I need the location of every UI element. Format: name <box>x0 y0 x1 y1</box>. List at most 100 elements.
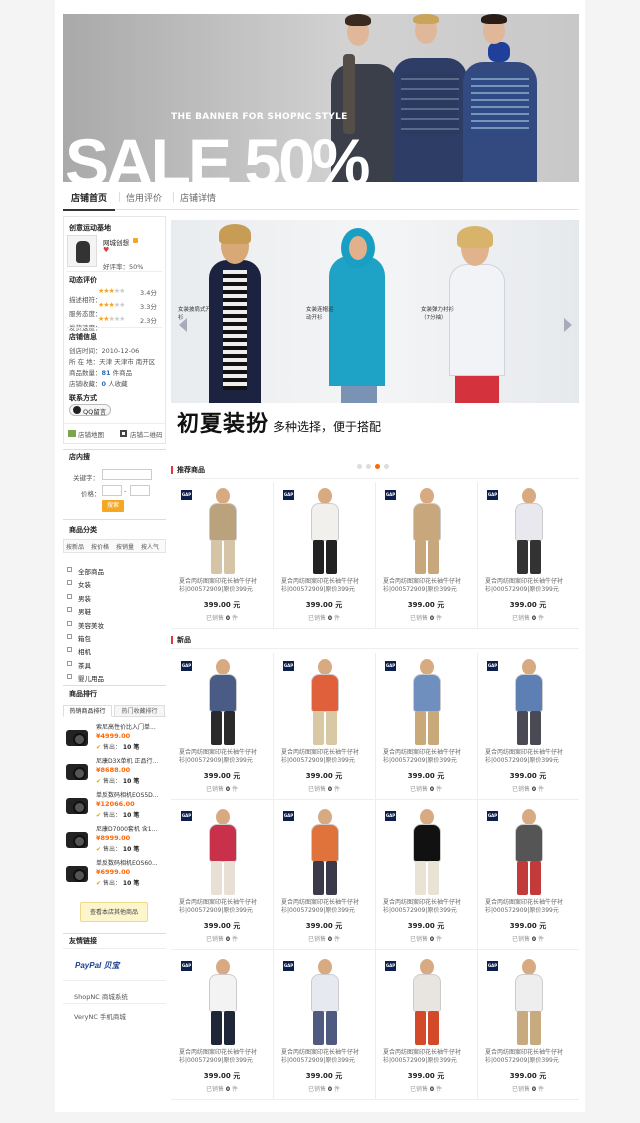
ranking-item[interactable]: 单反数码相机EOS5D... ¥12066.00 ✔ 售出： 10 笔 <box>63 790 166 822</box>
product-name[interactable]: 夏合丙纺图案印花长袖牛仔衬衫|000572909|原价399元 <box>485 749 573 765</box>
tab-store-details[interactable]: 店铺详情 <box>180 191 216 204</box>
product-name[interactable]: 夏合丙纺图案印花长袖牛仔衬衫|000572909|原价399元 <box>179 578 267 594</box>
camera-thumbnail[interactable] <box>66 866 88 882</box>
product-card[interactable]: GAP 夏合丙纺图案印花长袖牛仔衬衫|000572909|原价399元 399.00… <box>273 803 375 951</box>
product-card[interactable]: GAP 夏合丙纺图案印花长袖牛仔衬衫|000572909|原价399元 399.00… <box>375 653 477 801</box>
sort-by-price[interactable]: 按价格 <box>91 542 109 551</box>
sort-by-sales[interactable]: 按销量 <box>116 542 134 551</box>
qq-message-button[interactable]: QQ留言 <box>69 404 111 416</box>
checkbox-icon[interactable] <box>67 660 72 666</box>
product-card[interactable]: GAP 夏合丙纺图案印花长袖牛仔衬衫|000572909|原价399元 399.00… <box>477 953 579 1101</box>
chevron-left-icon[interactable] <box>179 318 187 332</box>
product-name[interactable]: 夏合丙纺图案印花长袖牛仔衬衫|000572909|原价399元 <box>281 749 369 765</box>
tab-hot-sales[interactable]: 热销商品排行 <box>63 705 112 717</box>
checkbox-icon[interactable] <box>67 647 72 653</box>
product-image[interactable] <box>303 488 347 576</box>
product-name[interactable]: 夏合丙纺图案印花长袖牛仔衬衫|000572909|原价399元 <box>383 578 471 594</box>
tab-hot-favorites[interactable]: 热门收藏排行 <box>114 705 165 717</box>
product-image[interactable] <box>303 659 347 747</box>
checkbox-icon[interactable] <box>67 567 72 572</box>
product-card[interactable]: GAP 夏合丙纺图案印花长袖牛仔衬衫|000572909|原价399元 399.00… <box>171 803 273 951</box>
product-image[interactable] <box>405 659 449 747</box>
product-name[interactable]: 夏合丙纺图案印花长袖牛仔衬衫|000572909|原价399元 <box>485 899 573 915</box>
product-image[interactable] <box>405 959 449 1047</box>
product-card[interactable]: GAP 夏合丙纺图案印花长袖牛仔衬衫|000572909|原价399元 399.00… <box>273 653 375 801</box>
product-name[interactable]: 夏合丙纺图案印花长袖牛仔衬衫|000572909|原价399元 <box>281 578 369 594</box>
ranking-item[interactable]: 尼康D3X单机 正品行... ¥8688.00 ✔ 售出： 10 笔 <box>63 756 166 788</box>
product-image[interactable] <box>201 959 245 1047</box>
tab-store-home[interactable]: 店铺首页 <box>71 191 107 204</box>
checkbox-icon[interactable] <box>67 674 72 680</box>
product-card[interactable]: GAP 夏合丙纺图案印花长袖牛仔衬衫|000572909|原价399元 399.00… <box>171 953 273 1101</box>
product-card[interactable]: GAP 夏合丙纺图案印花长袖牛仔衬衫|000572909|原价399元 399.00… <box>171 653 273 801</box>
product-card[interactable]: GAP 夏合丙纺图案印花长袖牛仔衬衫|000572909|原价399元 399.00… <box>171 482 273 630</box>
friend-link[interactable]: VeryNC 手机商城 <box>74 1011 126 1021</box>
store-banner[interactable]: THE BANNER FOR SHOPNC STYLE SALE 50% <box>63 14 579 182</box>
ranking-item[interactable]: 索尼高性价比入门单... ¥4999.00 ✔ 售出： 10 笔 <box>63 722 166 754</box>
product-card[interactable]: GAP 夏合丙纺图案印花长袖牛仔衬衫|000572909|原价399元 399.00… <box>477 482 579 630</box>
hero-slider[interactable]: 女装披肩式开衫 女装连帽运动开衫 女装弹力衬衫（7分袖） <box>171 220 579 403</box>
product-image[interactable] <box>507 809 551 897</box>
ranking-item-name[interactable]: 单反数码相机EOS60... <box>96 858 166 867</box>
camera-thumbnail[interactable] <box>66 832 88 848</box>
checkbox-icon[interactable] <box>67 593 72 599</box>
product-name[interactable]: 夏合丙纺图案印花长袖牛仔衬衫|000572909|原价399元 <box>485 578 573 594</box>
ranking-item[interactable]: 尼康D7000套机 含1... ¥8999.00 ✔ 售出： 10 笔 <box>63 824 166 856</box>
ranking-item-name[interactable]: 尼康D3X单机 正品行... <box>96 756 166 765</box>
product-image[interactable] <box>405 809 449 897</box>
product-card[interactable]: GAP 夏合丙纺图案印花长袖牛仔衬衫|000572909|原价399元 399.00… <box>375 803 477 951</box>
product-image[interactable] <box>201 809 245 897</box>
product-image[interactable] <box>201 488 245 576</box>
paypal-logo[interactable]: PayPal 贝宝 <box>75 960 119 971</box>
product-card[interactable]: GAP 夏合丙纺图案印花长袖牛仔衬衫|000572909|原价399元 399.00… <box>273 482 375 630</box>
price-max-input[interactable] <box>130 485 150 496</box>
ranking-item-name[interactable]: 尼康D7000套机 含1... <box>96 824 166 833</box>
price-min-input[interactable] <box>102 485 122 496</box>
chevron-right-icon[interactable] <box>564 318 572 332</box>
price-label: 价格： <box>81 490 101 498</box>
product-sold: 已销售 0 件 <box>307 615 341 622</box>
more-products-button[interactable]: 查看本店其他商品 <box>80 902 148 922</box>
tab-credit-rating[interactable]: 信用评价 <box>126 191 162 204</box>
product-image[interactable] <box>507 488 551 576</box>
checkbox-icon[interactable] <box>67 620 72 626</box>
search-button[interactable]: 搜索 <box>102 500 124 512</box>
sort-by-new[interactable]: 按新品 <box>66 542 84 551</box>
product-name[interactable]: 夏合丙纺图案印花长袖牛仔衬衫|000572909|原价399元 <box>281 1049 369 1065</box>
camera-thumbnail[interactable] <box>66 798 88 814</box>
info-row: 商品数量：81 件商品 <box>69 369 133 377</box>
ranking-item-name[interactable]: 单反数码相机EOS5D... <box>96 790 166 799</box>
product-name[interactable]: 夏合丙纺图案印花长袖牛仔衬衫|000572909|原价399元 <box>179 899 267 915</box>
product-card[interactable]: GAP 夏合丙纺图案印花长袖牛仔衬衫|000572909|原价399元 399.00… <box>477 653 579 801</box>
ranking-item[interactable]: 单反数码相机EOS60... ¥6999.00 ✔ 售出： 10 笔 <box>63 858 166 890</box>
product-card[interactable]: GAP 夏合丙纺图案印花长袖牛仔衬衫|000572909|原价399元 399.00… <box>477 803 579 951</box>
product-name[interactable]: 夏合丙纺图案印花长袖牛仔衬衫|000572909|原价399元 <box>383 1049 471 1065</box>
sort-by-popularity[interactable]: 按人气 <box>141 542 159 551</box>
product-image[interactable] <box>507 959 551 1047</box>
ranking-item-name[interactable]: 索尼高性价比入门单... <box>96 722 166 731</box>
camera-thumbnail[interactable] <box>66 764 88 780</box>
product-image[interactable] <box>201 659 245 747</box>
product-card[interactable]: GAP 夏合丙纺图案印花长袖牛仔衬衫|000572909|原价399元 399.00… <box>375 482 477 630</box>
product-name[interactable]: 夏合丙纺图案印花长袖牛仔衬衫|000572909|原价399元 <box>485 1049 573 1065</box>
product-name[interactable]: 夏合丙纺图案印花长袖牛仔衬衫|000572909|原价399元 <box>179 749 267 765</box>
product-name[interactable]: 夏合丙纺图案印花长袖牛仔衬衫|000572909|原价399元 <box>383 749 471 765</box>
product-card[interactable]: GAP 夏合丙纺图案印花长袖牛仔衬衫|000572909|原价399元 399.00… <box>273 953 375 1101</box>
product-sold: 已销售 0 件 <box>205 936 239 943</box>
product-image[interactable] <box>303 809 347 897</box>
product-image[interactable] <box>507 659 551 747</box>
product-card[interactable]: GAP 夏合丙纺图案印花长袖牛仔衬衫|000572909|原价399元 399.00… <box>375 953 477 1101</box>
product-name[interactable]: 夏合丙纺图案印花长袖牛仔衬衫|000572909|原价399元 <box>179 1049 267 1065</box>
product-sold: 已销售 0 件 <box>511 1086 545 1093</box>
checkbox-icon[interactable] <box>67 634 72 639</box>
product-name[interactable]: 夏合丙纺图案印花长袖牛仔衬衫|000572909|原价399元 <box>383 899 471 915</box>
category-item[interactable]: 婴儿用品 <box>67 666 104 685</box>
checkbox-icon[interactable] <box>67 607 72 613</box>
checkbox-icon[interactable] <box>67 580 72 586</box>
product-name[interactable]: 夏合丙纺图案印花长袖牛仔衬衫|000572909|原价399元 <box>281 899 369 915</box>
keyword-input[interactable] <box>102 469 152 480</box>
camera-thumbnail[interactable] <box>66 730 88 746</box>
product-image[interactable] <box>303 959 347 1047</box>
friend-link[interactable]: ShopNC 商城系统 <box>74 991 128 1001</box>
product-image[interactable] <box>405 488 449 576</box>
